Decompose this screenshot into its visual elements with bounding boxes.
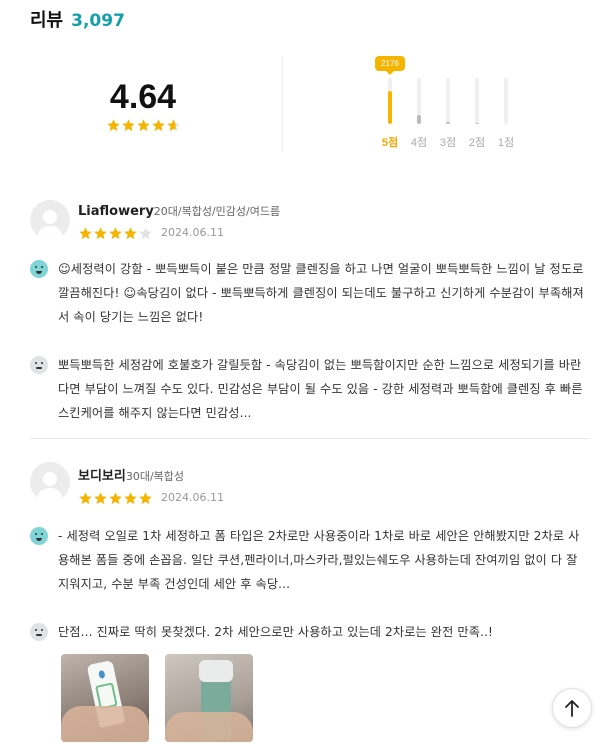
reviewer-nameline: 보디보리30대/복합성 xyxy=(78,465,224,484)
star-icon xyxy=(106,118,121,133)
review-photo[interactable] xyxy=(165,654,253,742)
review-count: 3,097 xyxy=(71,11,125,31)
review-photos xyxy=(61,654,590,742)
star-icon xyxy=(78,491,93,506)
avatar[interactable] xyxy=(30,462,70,502)
star-icon xyxy=(108,226,123,241)
star-icon xyxy=(123,491,138,506)
review-pros: ☺세정력이 강함 - 뽀득뽀득이 붙은 만큼 정말 클렌징을 하고 나면 얼굴이… xyxy=(30,257,590,329)
frown-icon xyxy=(30,356,48,374)
dist-4-track xyxy=(417,78,421,124)
star-icon xyxy=(78,226,93,241)
dist-2-label: 2점 xyxy=(468,137,486,149)
review-pros: - 세정력 오일로 1차 세정하고 폼 타입은 2차로만 사용중이라 1차로 바… xyxy=(30,524,590,596)
review-cons: 단점... 진짜로 딱히 못찾겠다. 2차 세안으로만 사용하고 있는데 2차로… xyxy=(30,620,590,644)
frown-icon xyxy=(30,623,48,641)
star-icon xyxy=(136,118,151,133)
star-icon xyxy=(108,491,123,506)
star-icon xyxy=(93,226,108,241)
reviewer-info: Liaflowery20대/복합성/민감성/여드름 2024.06.11 xyxy=(78,200,280,241)
rating-summary: 4.64 2176 5점 4점 3점 2점 1점 xyxy=(30,52,590,156)
review-stars xyxy=(78,226,153,241)
star-icon xyxy=(138,491,153,506)
review-rating-line: 2024.06.11 xyxy=(78,489,224,506)
scroll-top-button[interactable] xyxy=(552,688,592,728)
avatar[interactable] xyxy=(30,200,70,240)
star-icon xyxy=(166,118,181,133)
reviewer-meta: 30대/복합성 xyxy=(125,470,185,483)
star-icon xyxy=(93,491,108,506)
average-score-block: 4.64 xyxy=(98,78,188,133)
review-pros-text: - 세정력 오일로 1차 세정하고 폼 타입은 2차로만 사용중이라 1차로 바… xyxy=(58,529,580,591)
dist-2-fill xyxy=(475,123,479,124)
star-icon xyxy=(151,118,166,133)
dist-2-track xyxy=(475,78,479,124)
average-stars xyxy=(98,118,188,133)
star-icon xyxy=(138,226,153,241)
star-icon xyxy=(123,226,138,241)
arrow-up-icon xyxy=(565,700,579,717)
reviewer-nameline: Liaflowery20대/복합성/민감성/여드름 xyxy=(78,203,280,219)
review-separator xyxy=(30,438,590,439)
review-cons: 뽀득뽀득한 세정감에 호불호가 갈릴듯함 - 속당김이 없는 뽀득함이지만 순한… xyxy=(30,353,590,425)
dist-5-count-bubble: 2176 xyxy=(375,56,405,75)
reviewer-name[interactable]: 보디보리 xyxy=(78,469,126,484)
star-icon xyxy=(121,118,136,133)
review-stars xyxy=(78,491,153,506)
review-pros-text: ☺세정력이 강함 - 뽀득뽀득이 붙은 만큼 정말 클렌징을 하고 나면 얼굴이… xyxy=(58,262,584,324)
review-date: 2024.06.11 xyxy=(161,226,224,239)
dist-5-label: 5점 xyxy=(381,137,399,149)
dist-3-fill xyxy=(446,121,450,124)
dist-1-label: 1점 xyxy=(497,137,515,149)
smile-icon xyxy=(30,260,48,278)
review-item: 보디보리30대/복합성 2024.06.11 - 세정력 오일로 1차 세정하고… xyxy=(30,462,590,742)
review-rating-line: 2024.06.11 xyxy=(78,224,280,241)
review-cons-text: 단점... 진짜로 딱히 못찾겠다. 2차 세안으로만 사용하고 있는데 2차로… xyxy=(58,625,493,639)
reviewer-info: 보디보리30대/복합성 2024.06.11 xyxy=(78,462,224,506)
review-title: 리뷰 xyxy=(30,10,64,31)
dist-4-label: 4점 xyxy=(410,137,428,149)
review-cons-text: 뽀득뽀득한 세정감에 호불호가 갈릴듯함 - 속당김이 없는 뽀득함이지만 순한… xyxy=(58,358,583,420)
review-photo[interactable] xyxy=(61,654,149,742)
review-date: 2024.06.11 xyxy=(161,491,224,504)
reviewer-name[interactable]: Liaflowery xyxy=(78,204,154,219)
smile-icon xyxy=(30,527,48,545)
review-item: Liaflowery20대/복합성/민감성/여드름 2024.06.11 ☺세정… xyxy=(30,200,590,425)
dist-1-track xyxy=(504,78,508,124)
dist-3-label: 3점 xyxy=(439,137,457,149)
dist-5-track xyxy=(388,78,392,124)
review-header: 리뷰 3,097 xyxy=(30,6,125,32)
dist-4-fill xyxy=(417,114,421,124)
reviewer-profile[interactable]: 보디보리30대/복합성 2024.06.11 xyxy=(30,462,590,506)
reviewer-profile[interactable]: Liaflowery20대/복합성/민감성/여드름 2024.06.11 xyxy=(30,200,590,241)
reviewer-meta: 20대/복합성/민감성/여드름 xyxy=(153,205,281,218)
dist-3-track xyxy=(446,78,450,124)
average-score: 4.64 xyxy=(109,78,177,116)
dist-5-fill xyxy=(388,90,392,124)
summary-divider xyxy=(282,56,283,152)
